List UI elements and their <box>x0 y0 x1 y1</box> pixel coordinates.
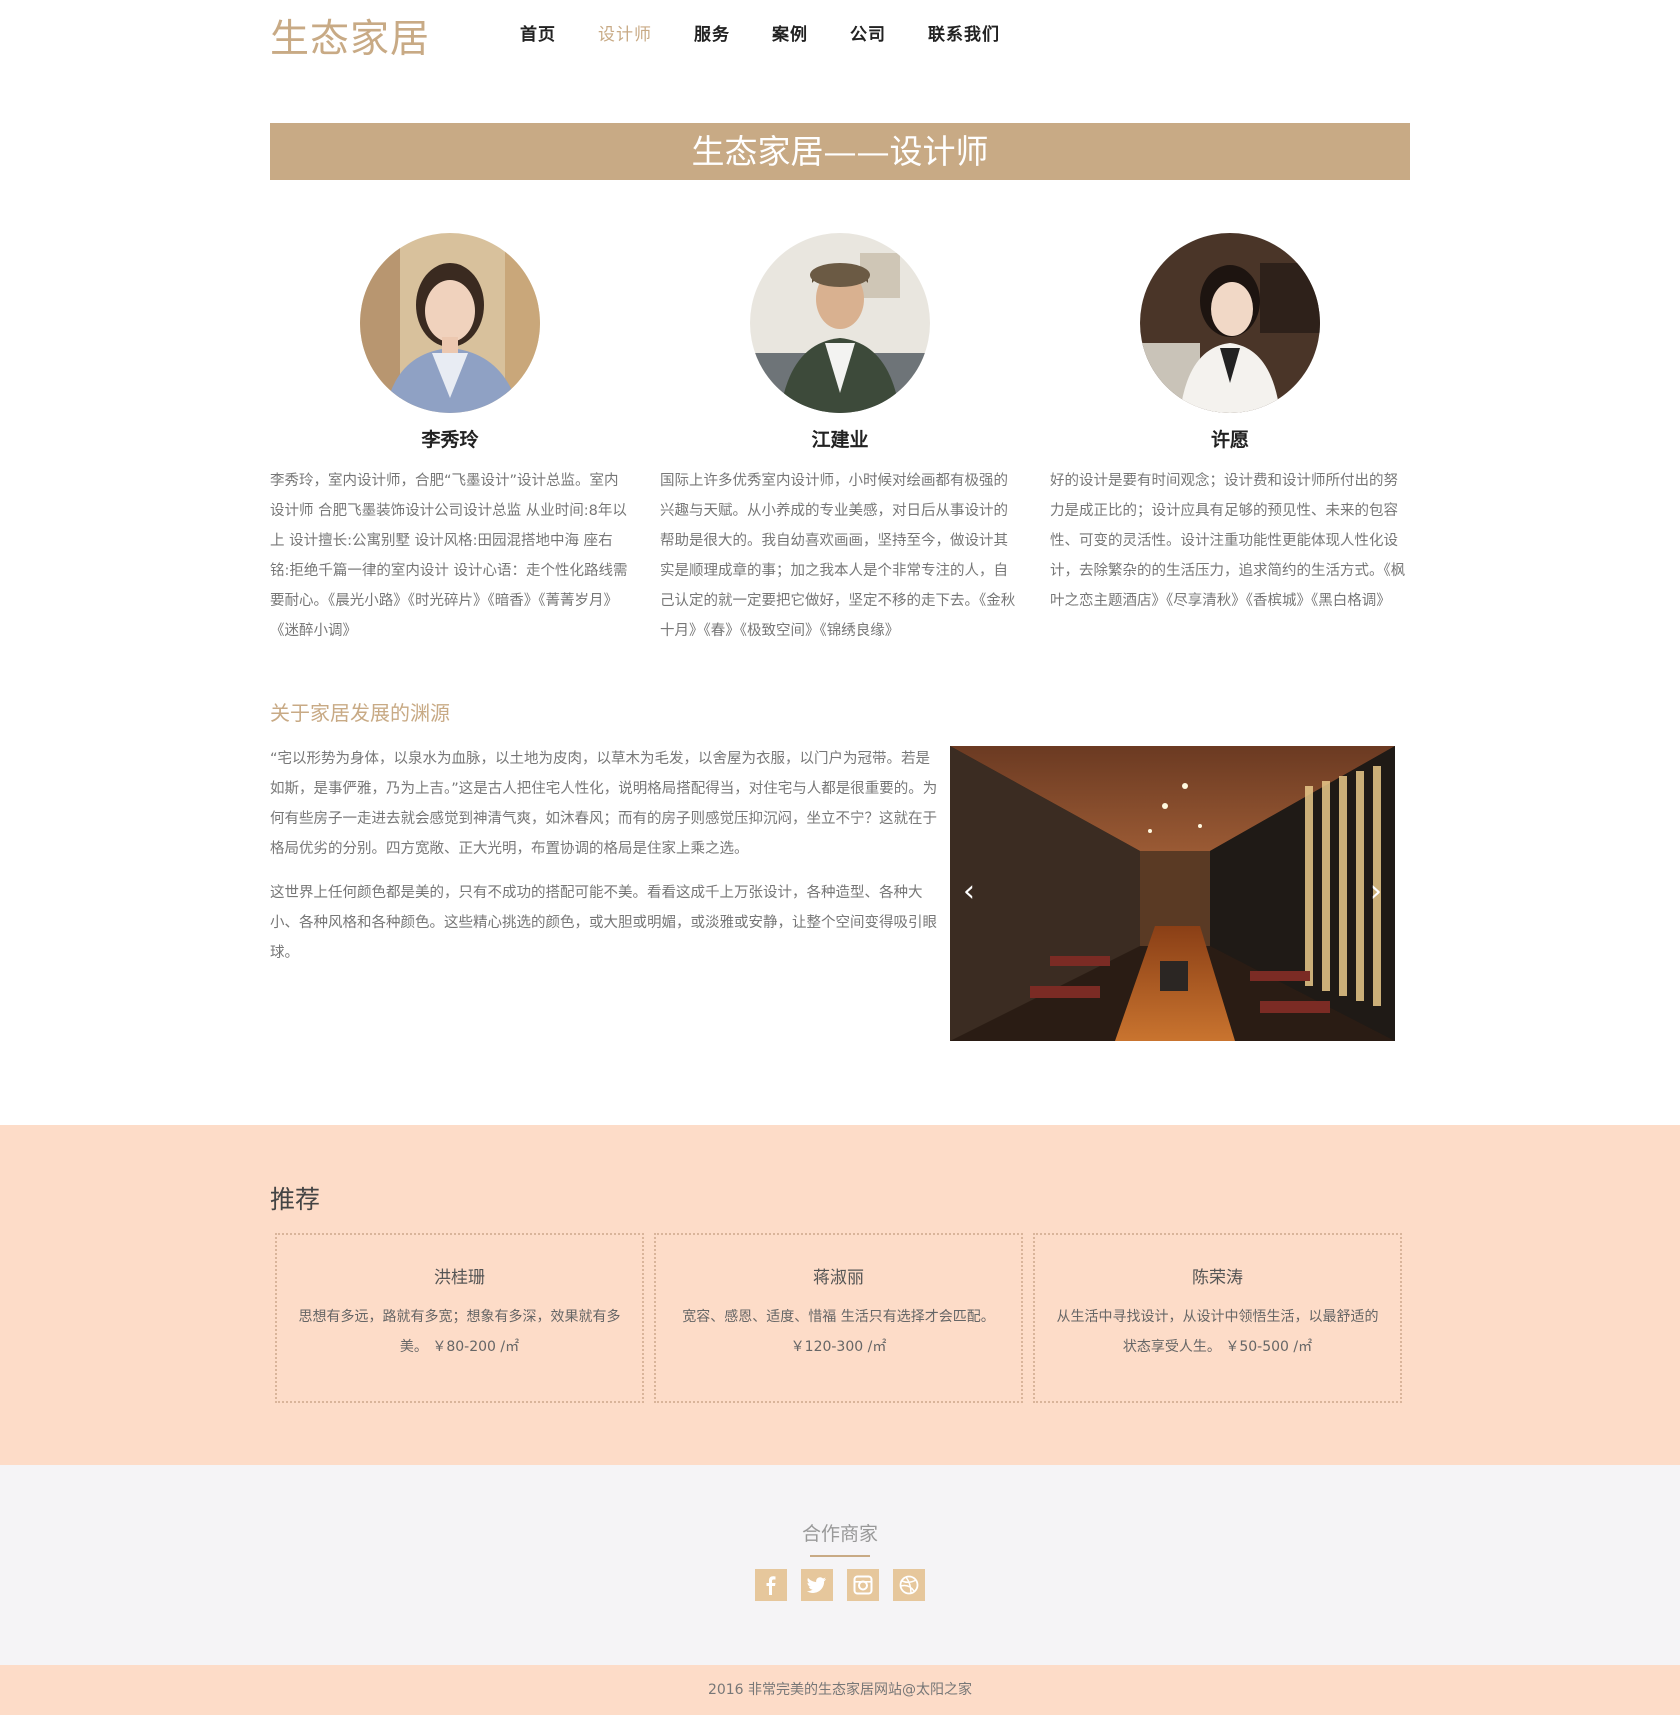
section-title: 关于家居发展的渊源 <box>270 701 450 725</box>
nav-designers[interactable]: 设计师 <box>598 20 652 45</box>
recommend-card-name: 蒋淑丽 <box>813 1268 864 1288</box>
designer-avatar[interactable] <box>750 233 930 413</box>
recommend-card[interactable]: 陈荣涛 从生活中寻找设计，从设计中领悟生活，以最舒适的状态享受人生。 ￥50-5… <box>1033 1233 1402 1403</box>
partners-section: 合作商家 <box>0 1465 1680 1665</box>
twitter-icon[interactable] <box>801 1569 833 1601</box>
instagram-icon[interactable] <box>847 1569 879 1601</box>
nav-company[interactable]: 公司 <box>850 20 886 45</box>
designer-card: 许愿 好的设计是要有时间观念；设计费和设计师所付出的努力是成正比的；设计应具有足… <box>1050 233 1410 646</box>
dribbble-icon[interactable] <box>893 1569 925 1601</box>
history-text: “宅以形势为身体，以泉水为血脉，以土地为皮肉，以草木为毛发，以舍屋为衣服，以门户… <box>270 744 938 982</box>
recommend-section: 推荐 洪桂珊 思想有多远，路就有多宽；想象有多深，效果就有多美。 ￥80-200… <box>0 1125 1680 1465</box>
designer-name: 江建业 <box>811 429 869 451</box>
interior-photo <box>950 746 1395 1041</box>
designer-bio: 好的设计是要有时间观念；设计费和设计师所付出的努力是成正比的；设计应具有足够的预… <box>1050 473 1406 609</box>
nav-cases[interactable]: 案例 <box>772 20 808 45</box>
nav-services[interactable]: 服务 <box>694 20 730 45</box>
main-nav: 首页 设计师 服务 案例 公司 联系我们 <box>520 20 1042 45</box>
carousel-next-button[interactable]: › <box>1361 872 1391 912</box>
designer-avatar[interactable] <box>360 233 540 413</box>
recommend-card-text: 从生活中寻找设计，从设计中领悟生活，以最舒适的状态享受人生。 ￥50-500 /… <box>1056 1309 1379 1355</box>
nav-contact[interactable]: 联系我们 <box>928 20 1000 45</box>
recommend-title: 推荐 <box>270 1185 321 1214</box>
recommend-card[interactable]: 洪桂珊 思想有多远，路就有多宽；想象有多深，效果就有多美。 ￥80-200 /㎡ <box>275 1233 644 1403</box>
social-links <box>755 1569 939 1601</box>
designer-card: 李秀玲 李秀玲，室内设计师，合肥“飞墨设计”设计总监。室内设计师 合肥飞墨装饰设… <box>270 233 630 646</box>
designer-bio: 李秀玲，室内设计师，合肥“飞墨设计”设计总监。室内设计师 合肥飞墨装饰设计公司设… <box>270 473 628 639</box>
carousel-prev-button[interactable]: ‹ <box>954 872 984 912</box>
facebook-icon[interactable] <box>755 1569 787 1601</box>
site-logo[interactable]: 生态家居 <box>270 8 430 64</box>
recommend-card-text: 思想有多远，路就有多宽；想象有多深，效果就有多美。 ￥80-200 /㎡ <box>298 1309 621 1355</box>
image-carousel: ‹ › <box>950 746 1395 1041</box>
designer-list: 李秀玲 李秀玲，室内设计师，合肥“飞墨设计”设计总监。室内设计师 合肥飞墨装饰设… <box>270 233 1410 646</box>
page-banner: 生态家居——设计师 <box>270 123 1410 180</box>
recommend-card[interactable]: 蒋淑丽 宽容、感恩、适度、惜福 生活只有选择才会匹配。 ￥120-300 /㎡ <box>654 1233 1023 1403</box>
history-paragraph: “宅以形势为身体，以泉水为血脉，以土地为皮肉，以草木为毛发，以舍屋为衣服，以门户… <box>270 751 938 857</box>
recommend-card-name: 洪桂珊 <box>434 1268 485 1288</box>
designer-card: 江建业 国际上许多优秀室内设计师，小时候对绘画都有极强的兴趣与天赋。从小养成的专… <box>660 233 1020 646</box>
site-header: 生态家居 首页 设计师 服务 案例 公司 联系我们 <box>0 0 1680 70</box>
recommend-card-text: 宽容、感恩、适度、惜福 生活只有选择才会匹配。 ￥120-300 /㎡ <box>682 1309 995 1355</box>
designer-avatar[interactable] <box>1140 233 1320 413</box>
recommend-card-name: 陈荣涛 <box>1192 1268 1243 1288</box>
designer-name: 许愿 <box>1210 429 1249 451</box>
title-underline <box>810 1555 870 1557</box>
designer-bio: 国际上许多优秀室内设计师，小时候对绘画都有极强的兴趣与天赋。从小养成的专业美感，… <box>660 473 1016 639</box>
history-paragraph: 这世界上任何颜色都是美的，只有不成功的搭配可能不美。看看这成千上万张设计，各种造… <box>270 885 937 961</box>
partners-title: 合作商家 <box>801 1523 878 1545</box>
site-footer: 2016 非常完美的生态家居网站@太阳之家 <box>0 1665 1680 1715</box>
nav-home[interactable]: 首页 <box>520 20 556 45</box>
designer-name: 李秀玲 <box>421 429 479 451</box>
recommend-cards: 洪桂珊 思想有多远，路就有多宽；想象有多深，效果就有多美。 ￥80-200 /㎡… <box>275 1233 1412 1403</box>
